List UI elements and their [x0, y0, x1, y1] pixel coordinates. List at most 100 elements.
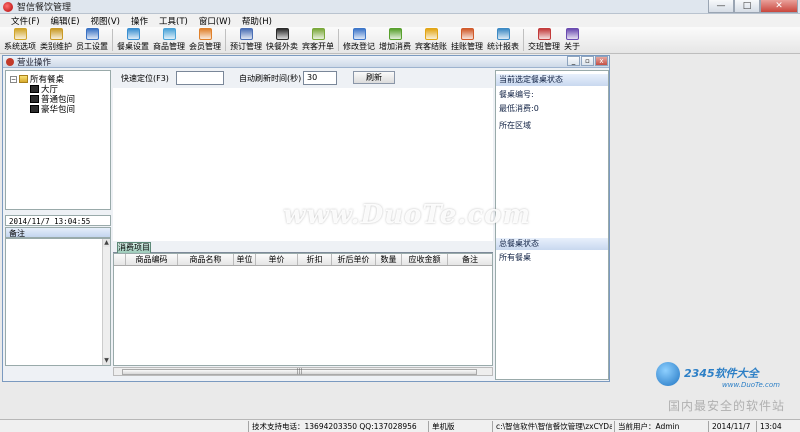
- table-node-icon: [30, 85, 39, 93]
- toolbar-button-label: 交班管理: [528, 42, 560, 51]
- toolbar-separator: [225, 29, 226, 51]
- toolbar-button-table[interactable]: 餐桌设置: [115, 27, 151, 53]
- menu-view[interactable]: 视图(V): [86, 15, 126, 27]
- toolbar-button-coin[interactable]: 宾客结账: [413, 27, 449, 53]
- member-icon: [198, 28, 212, 40]
- window-controls: — □ ✕: [708, 0, 798, 14]
- toolbar-separator: [112, 29, 113, 51]
- support-info: 技术支持电话：13694203350 QQ:137028956: [248, 421, 426, 432]
- col-item-code[interactable]: 商品编码: [126, 254, 178, 265]
- child-close-button[interactable]: x: [595, 56, 608, 66]
- toolbar-button-add-consume[interactable]: 增加消费: [377, 27, 413, 53]
- toolbar-button-key[interactable]: 系统选项: [2, 27, 38, 53]
- menu-bar: 文件(F) 编辑(E) 视图(V) 操作 工具(T) 窗口(W) 帮助(H): [0, 14, 800, 27]
- col-receivable[interactable]: 应收金额: [402, 254, 448, 265]
- refresh-button[interactable]: 刷新: [353, 71, 395, 84]
- coin-icon: [424, 28, 438, 40]
- scroll-thumb[interactable]: |||: [122, 369, 477, 375]
- menu-help[interactable]: 帮助(H): [237, 15, 278, 27]
- tagline-watermark: 国内最安全的软件站: [668, 399, 786, 413]
- scroll-down-icon[interactable]: ▼: [103, 357, 110, 365]
- grid-corner: [114, 254, 126, 265]
- toolbar-separator: [523, 29, 524, 51]
- consume-grid[interactable]: 商品编码 商品名称 单位 单价 折扣 折后单价 数量 应收金额 备注: [113, 253, 493, 366]
- child-title-bar: 营业操作 _ ▫ x: [3, 56, 609, 68]
- close-button[interactable]: ✕: [760, 0, 798, 13]
- tab-consume-items[interactable]: 消费项目: [117, 242, 151, 253]
- key-icon: [13, 28, 27, 40]
- toolbar-button-report[interactable]: 统计报表: [485, 27, 521, 53]
- child-window-icon: [6, 57, 14, 66]
- help-icon: [565, 28, 579, 40]
- child-minimize-button[interactable]: _: [567, 56, 580, 66]
- table-icon: [126, 28, 140, 40]
- status-time: 13:04: [756, 421, 800, 432]
- app-title: 智信餐饮管理: [17, 3, 72, 13]
- toolbar-button-shift[interactable]: 交班管理: [526, 27, 562, 53]
- table-node-icon: [30, 105, 39, 113]
- child-window-controls: _ ▫ x: [566, 56, 608, 66]
- current-datetime: 2014/11/7 13:04:55: [5, 215, 111, 226]
- col-remark[interactable]: 备注: [448, 254, 492, 265]
- menu-operation[interactable]: 操作: [126, 15, 154, 27]
- person-icon: [85, 28, 99, 40]
- toolbar-button-label: 员工设置: [76, 42, 108, 51]
- brand-logo-icon: [656, 362, 680, 386]
- minimize-button[interactable]: —: [708, 0, 734, 13]
- brand-url-watermark: www.DuoTe.com: [722, 381, 780, 389]
- col-unit[interactable]: 单位: [234, 254, 256, 265]
- toolbar-button-edit-person[interactable]: 修改登记: [341, 27, 377, 53]
- col-discount[interactable]: 折扣: [298, 254, 332, 265]
- grid-horizontal-scrollbar[interactable]: |||: [113, 367, 493, 376]
- toolbar-button-person[interactable]: 员工设置: [74, 27, 110, 53]
- toolbar-button-label: 类别维护: [40, 42, 72, 51]
- toolbar-button-member[interactable]: 会员管理: [187, 27, 223, 53]
- memo-scrollbar[interactable]: ▲ ▼: [102, 239, 110, 365]
- toolbar-button-key[interactable]: 类别维护: [38, 27, 74, 53]
- toolbar-button-label: 商品管理: [153, 42, 185, 51]
- table-number-label: 餐桌编号:: [499, 90, 534, 99]
- menu-tools[interactable]: 工具(T): [154, 15, 194, 27]
- menu-window[interactable]: 窗口(W): [194, 15, 237, 27]
- brand-watermark: 2345软件大全: [684, 367, 759, 380]
- col-item-name[interactable]: 商品名称: [178, 254, 234, 265]
- toolbar-button-label: 宾客结账: [415, 42, 447, 51]
- memo-textarea[interactable]: ▲ ▼: [5, 238, 111, 366]
- child-restore-button[interactable]: ▫: [581, 56, 594, 66]
- auto-refresh-input[interactable]: 30: [303, 71, 337, 85]
- scroll-up-icon[interactable]: ▲: [103, 239, 110, 247]
- edit-person-icon: [352, 28, 366, 40]
- min-consume-label: 最低消费:0: [499, 104, 539, 113]
- toolbar-button-phone[interactable]: 快餐外卖: [264, 27, 300, 53]
- folder-icon: [19, 75, 28, 83]
- tree-node-luxury-room[interactable]: 豪华包间: [30, 104, 75, 115]
- quick-locate-input[interactable]: [176, 71, 224, 85]
- toolbar-button-label: 餐桌设置: [117, 42, 149, 51]
- menu-file[interactable]: 文件(F): [6, 15, 46, 27]
- col-quantity[interactable]: 数量: [376, 254, 402, 265]
- col-discounted-price[interactable]: 折后单价: [332, 254, 376, 265]
- add-consume-icon: [388, 28, 402, 40]
- menu-edit[interactable]: 编辑(E): [46, 15, 86, 27]
- col-unit-price[interactable]: 单价: [256, 254, 298, 265]
- key-icon: [49, 28, 63, 40]
- toolbar-button-bowl[interactable]: 商品管理: [151, 27, 187, 53]
- edition-info: 单机版: [428, 421, 490, 432]
- collapse-icon[interactable]: −: [10, 75, 17, 83]
- status-date: 2014/11/7: [708, 421, 754, 432]
- toolbar-button-label: 修改登记: [343, 42, 375, 51]
- toolbar-button-help[interactable]: 关于: [562, 27, 582, 53]
- all-tables-label: 所有餐桌: [499, 253, 531, 262]
- maximize-button[interactable]: □: [734, 0, 760, 13]
- ledger-person-icon: [460, 28, 474, 40]
- toolbar-button-book[interactable]: 预订管理: [228, 27, 264, 53]
- toolbar-button-label: 增加消费: [379, 42, 411, 51]
- bowl-icon: [162, 28, 176, 40]
- open-bill-icon: [311, 28, 325, 40]
- toolbar-button-label: 快餐外卖: [266, 42, 298, 51]
- toolbar-button-label: 宾客开单: [302, 42, 334, 51]
- toolbar-button-ledger-person[interactable]: 挂账管理: [449, 27, 485, 53]
- toolbar-button-open-bill[interactable]: 宾客开单: [300, 27, 336, 53]
- left-panel: − 所有餐桌 大厅 普通包间 豪华包间 2014/11/7 13:04:55 备…: [5, 70, 111, 380]
- toolbar-button-label: 预订管理: [230, 42, 262, 51]
